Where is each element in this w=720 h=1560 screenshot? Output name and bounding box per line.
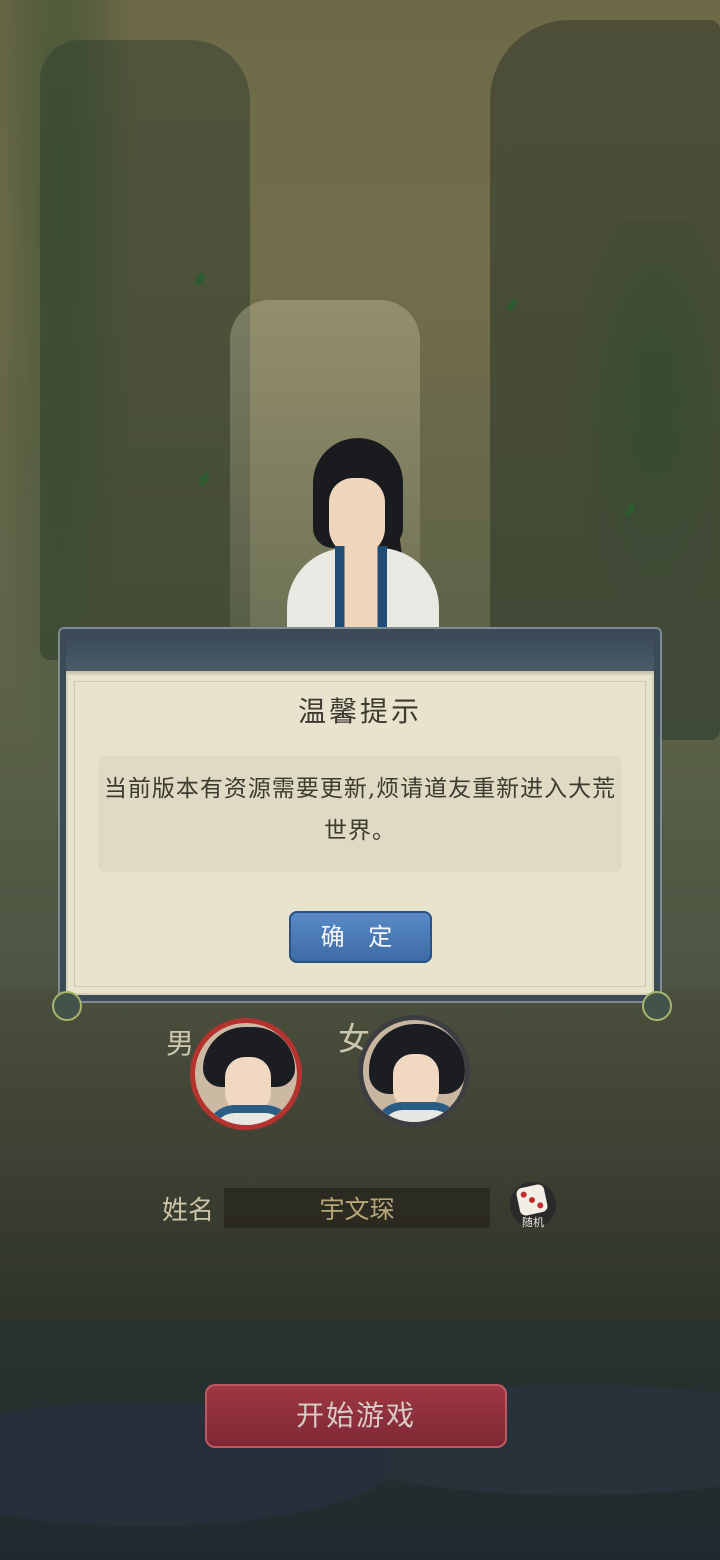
dialog-message: 当前版本有资源需要更新,烦请道友重新进入大荒世界。 (103, 776, 617, 844)
name-label: 姓名 (162, 1196, 215, 1226)
character-face (329, 478, 385, 556)
name-input[interactable] (224, 1188, 490, 1228)
male-avatar-button[interactable] (190, 1018, 302, 1130)
start-game-button[interactable]: 开始游戏 (205, 1384, 507, 1448)
male-label: 男 (166, 1027, 195, 1060)
corner-ornament-icon (52, 991, 82, 1021)
bamboo-right (560, 220, 720, 640)
random-name-button[interactable]: 随机 (510, 1182, 556, 1229)
corner-ornament-icon (642, 991, 672, 1021)
dialog-header-band (66, 635, 654, 673)
random-label: 随机 (522, 1216, 544, 1229)
female-avatar-button[interactable] (358, 1015, 470, 1127)
dice-icon (515, 1183, 549, 1217)
dialog-title: 温馨提示 (297, 695, 422, 728)
character-collar (335, 546, 387, 638)
confirm-button[interactable]: 确 定 (289, 911, 432, 963)
character-model (283, 438, 443, 638)
